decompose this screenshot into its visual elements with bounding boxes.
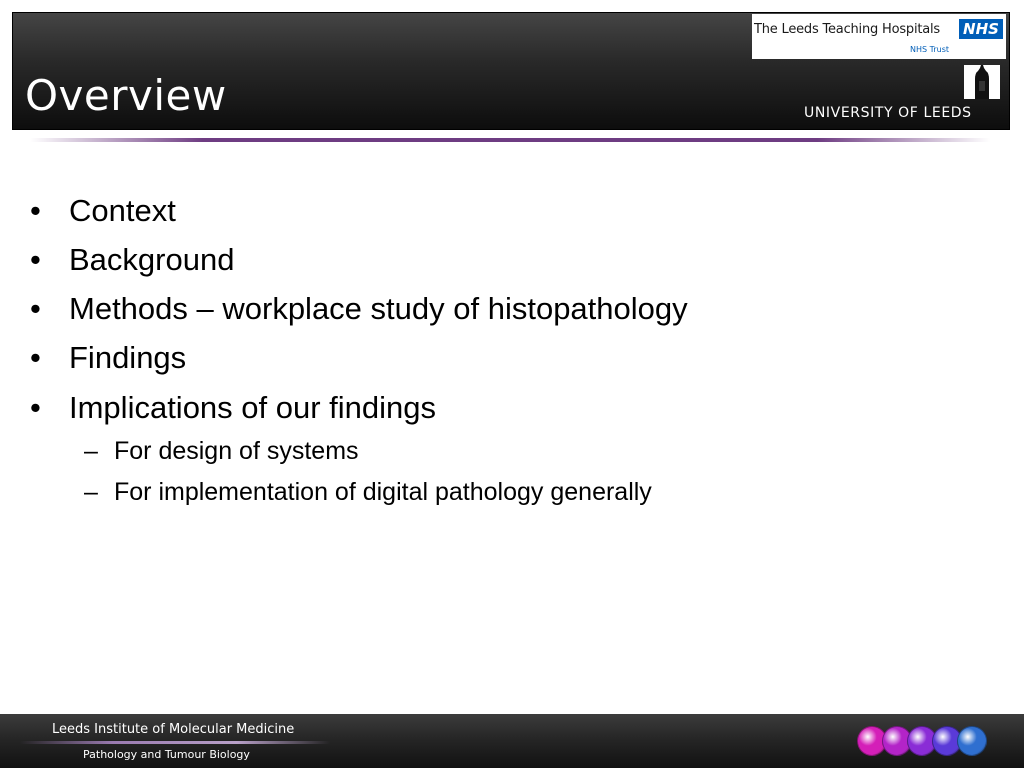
slide-footer: Leeds Institute of Molecular Medicine Pa…	[0, 714, 1024, 768]
slide-header: Overview The Leeds Teaching Hospitals NH…	[12, 12, 1010, 130]
bullet-text: Background	[69, 242, 235, 277]
sub-bullet-mark: –	[84, 437, 98, 465]
footer-department: Pathology and Tumour Biology	[83, 748, 250, 761]
bullet-text: Findings	[69, 340, 187, 375]
nhs-org-name: The Leeds Teaching Hospitals	[754, 22, 941, 37]
bullet-text: Context	[69, 193, 176, 228]
bullet-mark: •	[30, 291, 41, 326]
university-tower-icon	[964, 65, 1000, 99]
header-divider	[30, 138, 990, 142]
bullet-mark: •	[30, 193, 41, 228]
sub-bullet-text: For design of systems	[114, 437, 359, 465]
bullet-mark: •	[30, 242, 41, 277]
footer-divider	[20, 741, 330, 744]
footer-cell-image-icon	[857, 726, 1013, 758]
bullet-text: Methods – workplace study of histopathol…	[69, 291, 688, 326]
nhs-logo: The Leeds Teaching Hospitals NHS NHS Tru…	[752, 14, 1006, 59]
sub-bullet-mark: –	[84, 478, 98, 506]
bullet-mark: •	[30, 340, 41, 375]
footer-institute: Leeds Institute of Molecular Medicine	[52, 722, 295, 737]
slide-title: Overview	[25, 71, 227, 120]
nhs-trust-label: NHS Trust	[910, 45, 949, 54]
university-name: UNIVERSITY OF LEEDS	[804, 105, 972, 121]
sub-bullet-text: For implementation of digital pathology …	[114, 478, 652, 506]
bullet-mark: •	[30, 390, 41, 425]
nhs-badge: NHS	[959, 19, 1003, 39]
bullet-text: Implications of our findings	[69, 390, 437, 425]
footer-cell-dot-icon	[957, 726, 987, 756]
